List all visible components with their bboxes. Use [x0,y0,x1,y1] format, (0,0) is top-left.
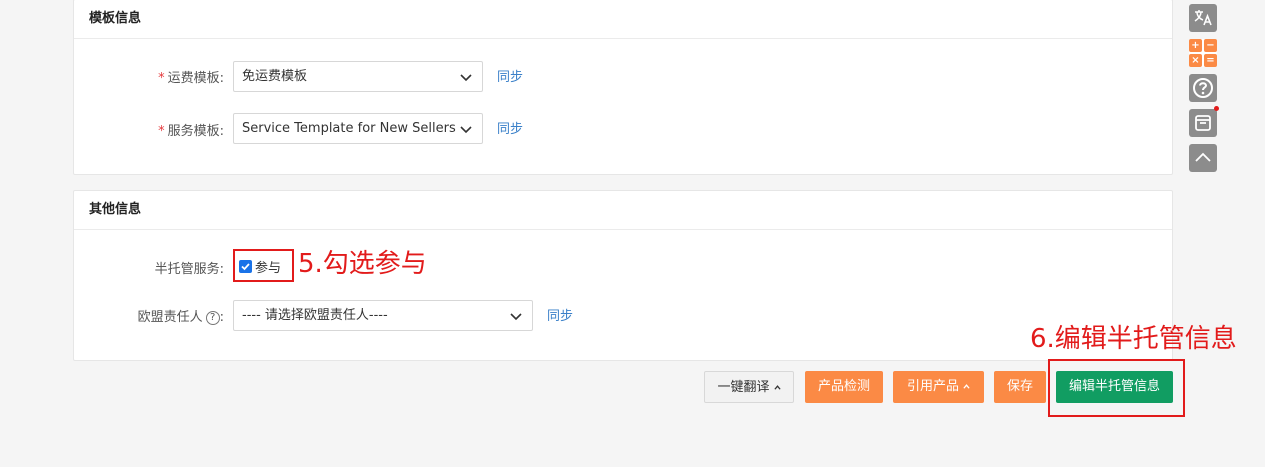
semi-managed-label: 半托管服务: [154,262,224,277]
other-info-panel: 其他信息 半托管服务: 参与 欧盟责任人?: ---- 请选择欧盟责任人----… [73,190,1173,361]
semi-managed-checkbox-label[interactable]: 参与 [255,261,281,276]
calc-plus: + [1189,39,1202,52]
service-template-label-text: 服务模板: [167,124,224,139]
quote-product-label: 引用产品 [906,379,959,394]
service-sync-link[interactable]: 同步 [497,118,523,137]
help-icon[interactable] [1189,74,1217,102]
chevron-down-icon [460,74,472,82]
eu-rep-label-text: 欧盟责任人 [137,310,203,325]
notification-dot [1214,106,1219,111]
calculator-icon[interactable]: + − × = [1189,39,1217,67]
chevron-up-icon [773,385,781,390]
eu-rep-label-suffix: : [219,310,224,325]
translate-icon[interactable] [1189,4,1217,32]
save-button[interactable]: 保存 [994,371,1046,403]
eu-rep-value: ---- 请选择欧盟责任人---- [242,308,388,323]
help-icon[interactable]: ? [205,310,220,325]
shipping-template-select[interactable]: 免运费模板 [233,61,483,92]
eu-rep-sync-link[interactable]: 同步 [547,305,573,324]
translate-button[interactable]: 一键翻译 [704,371,794,403]
service-template-select[interactable]: Service Template for New Sellers [233,113,483,144]
product-detect-button[interactable]: 产品检测 [805,371,883,403]
calc-times: × [1189,54,1202,67]
translate-glyph [1194,10,1212,26]
question-glyph [1193,78,1213,98]
quote-product-button[interactable]: 引用产品 [893,371,984,403]
chevron-down-icon [460,126,472,134]
chevron-down-icon [510,313,522,321]
calc-equals: = [1204,54,1217,67]
checkmark-icon [241,263,250,271]
scroll-top-icon[interactable] [1189,144,1217,172]
other-info-title: 其他信息 [74,191,1172,230]
template-info-title: 模板信息 [74,0,1172,39]
archive-icon[interactable] [1189,106,1219,137]
chevron-up-icon [1195,152,1211,162]
shipping-template-value: 免运费模板 [242,69,308,84]
step5-annotation: 5.勾选参与 [298,249,427,279]
step6-annotation: 6.编辑半托管信息 [1030,324,1237,354]
calc-minus: − [1204,39,1217,52]
required-star: * [158,124,165,139]
service-template-value: Service Template for New Sellers [242,121,456,136]
shipping-sync-link[interactable]: 同步 [497,66,523,85]
eu-rep-select[interactable]: ---- 请选择欧盟责任人---- [233,300,533,331]
semi-managed-checkbox-highlight: 参与 [233,249,294,282]
box-glyph [1195,115,1211,131]
side-toolbar: + − × = [1189,4,1219,179]
shipping-template-label-text: 运费模板: [167,71,224,86]
semi-managed-checkbox[interactable] [239,260,252,273]
eu-rep-label: 欧盟责任人?: [74,306,224,325]
template-info-panel: 模板信息 * 运费模板: 免运费模板 同步 * 服务模板: Service Temp… [73,0,1173,175]
required-star: * [158,71,165,86]
chevron-up-icon [963,384,970,389]
translate-button-label: 一键翻译 [717,380,770,395]
edit-semi-managed-button[interactable]: 编辑半托管信息 [1056,371,1173,403]
service-template-label: * 服务模板: [74,120,224,139]
shipping-template-label: * 运费模板: [74,67,224,86]
